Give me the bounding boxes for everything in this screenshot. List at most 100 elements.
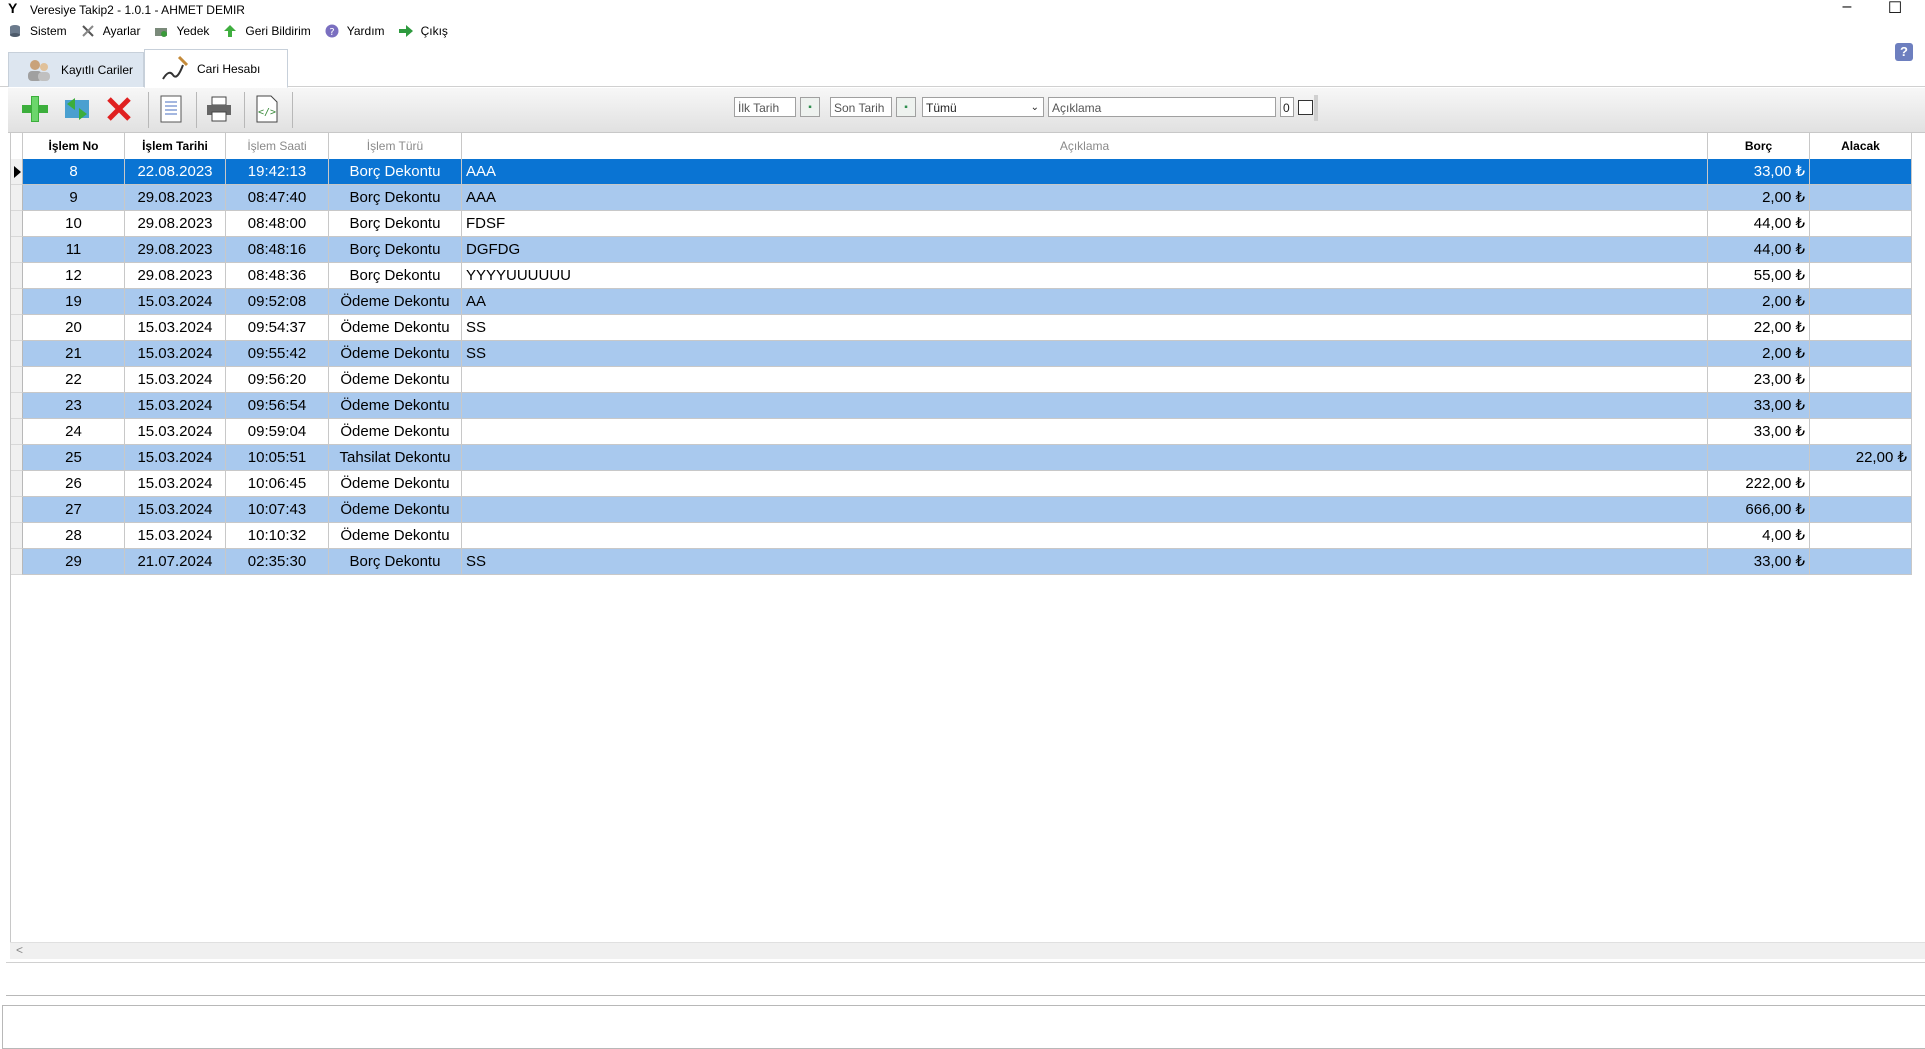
table-cell[interactable]: [1810, 185, 1912, 211]
table-cell[interactable]: Ödeme Dekontu: [329, 367, 462, 393]
menu-cikis[interactable]: Çıkış: [398, 24, 448, 38]
table-cell[interactable]: 29.08.2023: [125, 185, 226, 211]
table-cell[interactable]: 25: [23, 445, 125, 471]
end-date-input[interactable]: Son Tarih: [830, 97, 892, 117]
table-cell[interactable]: Ödeme Dekontu: [329, 497, 462, 523]
table-cell[interactable]: AA: [462, 289, 1708, 315]
row-selector[interactable]: [11, 445, 23, 471]
table-row[interactable]: 23 15.03.2024 09:56:54 Ödeme Dekontu 33,00 ₺: [11, 393, 1912, 419]
table-cell[interactable]: [1810, 159, 1912, 185]
column-header[interactable]: İşlem Türü: [329, 133, 462, 159]
start-date-input[interactable]: İlk Tarih: [734, 97, 796, 117]
table-row[interactable]: 21 15.03.2024 09:55:42 Ödeme Dekontu SS 2,00 …: [11, 341, 1912, 367]
row-selector[interactable]: [11, 211, 23, 237]
table-row[interactable]: 19 15.03.2024 09:52:08 Ödeme Dekontu AA 2,00 …: [11, 289, 1912, 315]
table-cell[interactable]: FDSF: [462, 211, 1708, 237]
table-cell[interactable]: [1810, 393, 1912, 419]
table-cell[interactable]: 09:54:37: [226, 315, 329, 341]
table-cell[interactable]: 2,00 ₺: [1708, 185, 1810, 211]
table-cell[interactable]: [1810, 289, 1912, 315]
row-selector[interactable]: [11, 289, 23, 315]
row-selector[interactable]: [11, 263, 23, 289]
menu-geri-bildirim[interactable]: Geri Bildirim: [223, 24, 311, 38]
table-row[interactable]: 28 15.03.2024 10:10:32 Ödeme Dekontu 4,00 ₺: [11, 523, 1912, 549]
row-selector[interactable]: [11, 471, 23, 497]
table-cell[interactable]: Borç Dekontu: [329, 159, 462, 185]
table-cell[interactable]: 23: [23, 393, 125, 419]
table-cell[interactable]: 10:05:51: [226, 445, 329, 471]
tab-kayitli-cariler[interactable]: Kayıtlı Cariler: [8, 52, 144, 87]
table-row[interactable]: 24 15.03.2024 09:59:04 Ödeme Dekontu 33,00 ₺: [11, 419, 1912, 445]
row-selector[interactable]: [11, 315, 23, 341]
table-cell[interactable]: 2,00 ₺: [1708, 341, 1810, 367]
table-cell[interactable]: Ödeme Dekontu: [329, 341, 462, 367]
table-cell[interactable]: YYYYUUUUUU: [462, 263, 1708, 289]
table-cell[interactable]: 9: [23, 185, 125, 211]
table-cell[interactable]: 15.03.2024: [125, 341, 226, 367]
table-cell[interactable]: 33,00 ₺: [1708, 549, 1810, 575]
table-cell[interactable]: [462, 419, 1708, 445]
table-cell[interactable]: 15.03.2024: [125, 289, 226, 315]
table-row[interactable]: 20 15.03.2024 09:54:37 Ödeme Dekontu SS 22,00…: [11, 315, 1912, 341]
table-cell[interactable]: 28: [23, 523, 125, 549]
table-row[interactable]: 9 29.08.2023 08:47:40 Borç Dekontu AAA 2,00 ₺: [11, 185, 1912, 211]
export-button[interactable]: </>: [248, 93, 286, 127]
table-cell[interactable]: [1810, 367, 1912, 393]
table-row[interactable]: 10 29.08.2023 08:48:00 Borç Dekontu FDSF 44,0…: [11, 211, 1912, 237]
calendar-icon[interactable]: ▪: [896, 97, 916, 117]
table-cell[interactable]: [1810, 237, 1912, 263]
table-cell[interactable]: 08:48:00: [226, 211, 329, 237]
table-cell[interactable]: 4,00 ₺: [1708, 523, 1810, 549]
table-cell[interactable]: 21.07.2024: [125, 549, 226, 575]
row-selector[interactable]: [11, 549, 23, 575]
table-cell[interactable]: SS: [462, 315, 1708, 341]
table-cell[interactable]: 22,00 ₺: [1810, 445, 1912, 471]
table-cell[interactable]: [462, 393, 1708, 419]
table-cell[interactable]: AAA: [462, 185, 1708, 211]
row-selector[interactable]: [11, 185, 23, 211]
calendar-icon[interactable]: ▪: [800, 97, 820, 117]
column-header[interactable]: İşlem Saati: [226, 133, 329, 159]
table-cell[interactable]: 44,00 ₺: [1708, 237, 1810, 263]
row-selector[interactable]: [11, 237, 23, 263]
table-cell[interactable]: Borç Dekontu: [329, 549, 462, 575]
table-cell[interactable]: 08:48:36: [226, 263, 329, 289]
table-cell[interactable]: 09:56:20: [226, 367, 329, 393]
table-cell[interactable]: [1810, 523, 1912, 549]
table-cell[interactable]: 29: [23, 549, 125, 575]
table-cell[interactable]: Ödeme Dekontu: [329, 471, 462, 497]
filter-checkbox[interactable]: [1298, 100, 1313, 115]
print-button[interactable]: [200, 93, 238, 127]
table-cell[interactable]: 08:47:40: [226, 185, 329, 211]
table-cell[interactable]: Borç Dekontu: [329, 237, 462, 263]
table-row[interactable]: 25 15.03.2024 10:05:51 Tahsilat Dekontu 22,0…: [11, 445, 1912, 471]
table-cell[interactable]: Borç Dekontu: [329, 211, 462, 237]
table-cell[interactable]: 27: [23, 497, 125, 523]
tab-cari-hesabi[interactable]: Cari Hesabı: [144, 49, 288, 88]
table-cell[interactable]: 10:06:45: [226, 471, 329, 497]
table-cell[interactable]: [462, 471, 1708, 497]
scroll-left-icon[interactable]: <: [16, 943, 23, 957]
column-header[interactable]: Borç: [1708, 133, 1810, 159]
table-cell[interactable]: Ödeme Dekontu: [329, 393, 462, 419]
table-row[interactable]: 8 22.08.2023 19:42:13 Borç Dekontu AAA 33,00 …: [11, 159, 1912, 185]
report-button[interactable]: [152, 93, 190, 127]
table-cell[interactable]: SS: [462, 549, 1708, 575]
table-cell[interactable]: 20: [23, 315, 125, 341]
column-header[interactable]: İşlem Tarihi: [125, 133, 226, 159]
menu-yardim[interactable]: ? Yardım: [325, 24, 385, 38]
table-cell[interactable]: 22,00 ₺: [1708, 315, 1810, 341]
column-header[interactable]: İşlem No: [23, 133, 125, 159]
row-selector[interactable]: [11, 367, 23, 393]
menu-yedek[interactable]: Yedek: [154, 24, 209, 38]
table-cell[interactable]: 21: [23, 341, 125, 367]
table-cell[interactable]: DGFDG: [462, 237, 1708, 263]
table-cell[interactable]: AAA: [462, 159, 1708, 185]
table-cell[interactable]: 26: [23, 471, 125, 497]
table-cell[interactable]: 08:48:16: [226, 237, 329, 263]
table-cell[interactable]: 22: [23, 367, 125, 393]
table-row[interactable]: 26 15.03.2024 10:06:45 Ödeme Dekontu 222,00 …: [11, 471, 1912, 497]
table-cell[interactable]: [1810, 471, 1912, 497]
table-cell[interactable]: 19: [23, 289, 125, 315]
table-cell[interactable]: [1810, 211, 1912, 237]
